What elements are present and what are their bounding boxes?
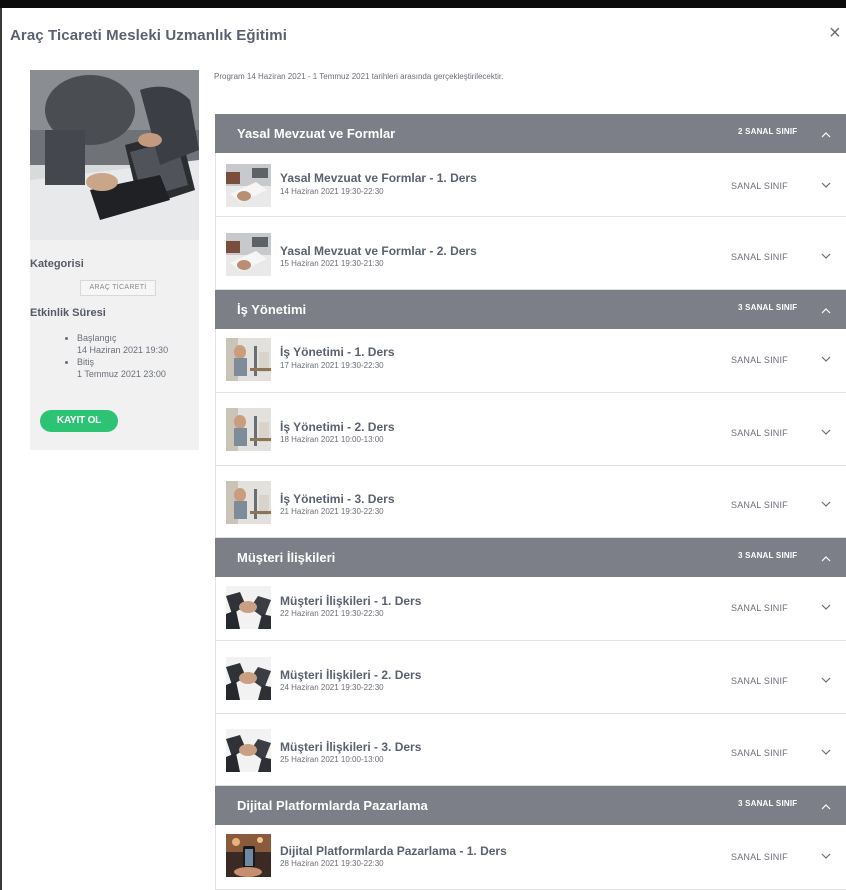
section-title: Dijital Platformlarda Pazarlama	[237, 798, 428, 813]
lesson-type: SANAL SINIF	[731, 355, 788, 365]
category-badge[interactable]: ARAÇ TİCARETİ	[80, 280, 156, 296]
lesson-type: SANAL SINIF	[731, 428, 788, 438]
program-note: Program 14 Haziran 2021 - 1 Temmuz 2021 …	[214, 72, 504, 81]
lesson-row[interactable]: İş Yönetimi - 2. Ders 18 Haziran 2021 10…	[215, 393, 846, 466]
end-label: Bitiş	[65, 356, 168, 368]
lesson-thumbnail	[226, 729, 271, 772]
start-label: Başlangıç	[65, 332, 168, 344]
lesson-row[interactable]: Yasal Mevzuat ve Formlar - 2. Ders 15 Ha…	[215, 217, 846, 290]
lesson-title: Müşteri İlişkileri - 2. Ders	[280, 668, 422, 682]
chevron-down-icon[interactable]	[819, 746, 833, 758]
chevron-down-icon[interactable]	[819, 353, 833, 365]
lesson-title: İş Yönetimi - 3. Ders	[280, 492, 395, 506]
lesson-type: SANAL SINIF	[731, 603, 788, 613]
lesson-date: 24 Haziran 2021 19:30-22:30	[280, 683, 384, 692]
lesson-date: 28 Haziran 2021 19:30-22:30	[280, 859, 384, 868]
duration-label: Etkinlik Süresi	[30, 307, 106, 319]
lesson-date: 14 Haziran 2021 19:30-22:30	[280, 187, 384, 196]
section-count: 3 SANAL SINIF	[738, 799, 798, 808]
lesson-thumbnail	[226, 408, 271, 451]
lesson-thumbnail	[226, 481, 271, 524]
lesson-date: 18 Haziran 2021 10:00-13:00	[280, 435, 384, 444]
lesson-row[interactable]: Müşteri İlişkileri - 2. Ders 24 Haziran …	[215, 641, 846, 714]
course-sidebar: Kategorisi ARAÇ TİCARETİ Etkinlik Süresi…	[30, 70, 199, 450]
course-cover-image	[30, 70, 199, 240]
section-title: Müşteri İlişkileri	[237, 550, 336, 565]
lesson-thumbnail	[226, 657, 271, 700]
section-header-dijital-pazarlama[interactable]: Dijital Platformlarda Pazarlama 3 SANAL …	[215, 786, 846, 825]
section-header-is-yonetimi[interactable]: İş Yönetimi 3 SANAL SINIF	[215, 290, 846, 329]
section-count: 3 SANAL SINIF	[738, 551, 798, 560]
lesson-title: Yasal Mevzuat ve Formlar - 2. Ders	[280, 244, 477, 258]
lesson-thumbnail	[226, 586, 271, 629]
window-top-bar	[0, 0, 846, 8]
chevron-up-icon[interactable]	[819, 128, 833, 142]
lesson-thumbnail	[226, 834, 271, 877]
lesson-title: Dijital Platformlarda Pazarlama - 1. Der…	[280, 844, 507, 858]
lesson-type: SANAL SINIF	[731, 852, 788, 862]
lesson-date: 22 Haziran 2021 19:30-22:30	[280, 609, 384, 618]
chevron-down-icon[interactable]	[819, 498, 833, 510]
lesson-title: Yasal Mevzuat ve Formlar - 1. Ders	[280, 171, 477, 185]
lesson-row[interactable]: İş Yönetimi - 3. Ders 21 Haziran 2021 19…	[215, 466, 846, 538]
lesson-row[interactable]: Müşteri İlişkileri - 1. Ders 22 Haziran …	[215, 577, 846, 641]
section-count: 3 SANAL SINIF	[738, 303, 798, 312]
chevron-up-icon[interactable]	[819, 800, 833, 814]
lesson-date: 17 Haziran 2021 19:30-22:30	[280, 361, 384, 370]
lesson-row[interactable]: Dijital Platformlarda Pazarlama - 1. Der…	[215, 825, 846, 890]
lesson-type: SANAL SINIF	[731, 500, 788, 510]
chevron-up-icon[interactable]	[819, 304, 833, 318]
section-title: Yasal Mevzuat ve Formlar	[237, 126, 396, 141]
end-value: 1 Temmuz 2021 23:00	[77, 369, 166, 379]
lesson-title: İş Yönetimi - 1. Ders	[280, 345, 395, 359]
lesson-date: 25 Haziran 2021 10:00-13:00	[280, 755, 384, 764]
lesson-row[interactable]: İş Yönetimi - 1. Ders 17 Haziran 2021 19…	[215, 329, 846, 393]
section-title: İş Yönetimi	[237, 302, 307, 317]
lesson-type: SANAL SINIF	[731, 252, 788, 262]
close-icon[interactable]: ×	[829, 23, 846, 44]
lesson-thumbnail	[226, 233, 271, 276]
lesson-title: Müşteri İlişkileri - 3. Ders	[280, 740, 422, 754]
enroll-button[interactable]: KAYIT OL	[40, 410, 118, 432]
chevron-down-icon[interactable]	[819, 179, 833, 191]
chevron-down-icon[interactable]	[819, 426, 833, 438]
chevron-down-icon[interactable]	[819, 674, 833, 686]
section-count: 2 SANAL SINIF	[738, 127, 798, 136]
section-header-yasal-mevzuat[interactable]: Yasal Mevzuat ve Formlar 2 SANAL SINIF	[215, 114, 846, 153]
start-value: 14 Haziran 2021 19:30	[77, 345, 169, 355]
lesson-thumbnail	[226, 338, 271, 381]
section-header-musteri-iliskileri[interactable]: Müşteri İlişkileri 3 SANAL SINIF	[215, 538, 846, 577]
chevron-down-icon[interactable]	[819, 850, 833, 862]
chevron-down-icon[interactable]	[819, 601, 833, 613]
modal-title: Araç Ticareti Mesleki Uzmanlık Eğitimi	[10, 27, 287, 44]
lesson-thumbnail	[226, 164, 271, 207]
lesson-title: Müşteri İlişkileri - 1. Ders	[280, 594, 422, 608]
lesson-title: İş Yönetimi - 2. Ders	[280, 420, 395, 434]
chevron-down-icon[interactable]	[819, 250, 833, 262]
duration-list: Başlangıç 14 Haziran 2021 19:30 Bitiş 1 …	[65, 332, 168, 380]
lesson-type: SANAL SINIF	[731, 748, 788, 758]
lesson-date: 15 Haziran 2021 19:30-21:30	[280, 259, 384, 268]
lesson-type: SANAL SINIF	[731, 676, 788, 686]
lesson-type: SANAL SINIF	[731, 181, 788, 191]
chevron-up-icon[interactable]	[819, 552, 833, 566]
category-label: Kategorisi	[30, 258, 84, 270]
window-left-edge	[0, 8, 2, 890]
lesson-row[interactable]: Yasal Mevzuat ve Formlar - 1. Ders 14 Ha…	[215, 153, 846, 217]
lesson-date: 21 Haziran 2021 19:30-22:30	[280, 507, 384, 516]
lesson-row[interactable]: Müşteri İlişkileri - 3. Ders 25 Haziran …	[215, 714, 846, 786]
